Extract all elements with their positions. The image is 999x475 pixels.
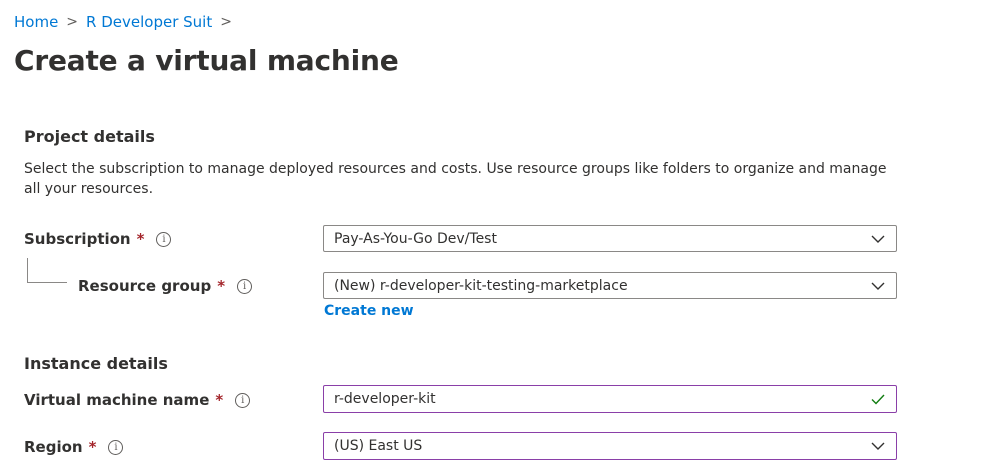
required-asterisk: * bbox=[88, 438, 97, 456]
required-asterisk: * bbox=[215, 391, 224, 409]
region-dropdown[interactable]: (US) East US bbox=[323, 432, 897, 460]
vm-name-input[interactable]: r-developer-kit bbox=[323, 385, 897, 413]
instance-details-heading: Instance details bbox=[24, 354, 168, 373]
required-asterisk: * bbox=[217, 277, 226, 295]
region-label: Region bbox=[24, 438, 83, 456]
vm-name-label: Virtual machine name bbox=[24, 391, 210, 409]
vm-name-label-row: Virtual machine name * i bbox=[24, 391, 251, 409]
chevron-down-icon bbox=[871, 282, 885, 290]
project-details-heading: Project details bbox=[24, 127, 155, 146]
resource-group-label-row: Resource group * i bbox=[78, 277, 253, 295]
project-details-description: Select the subscription to manage deploy… bbox=[24, 161, 887, 197]
breadcrumb-home-link[interactable]: Home bbox=[14, 13, 58, 31]
region-label-row: Region * i bbox=[24, 438, 124, 456]
subscription-value: Pay-As-You-Go Dev/Test bbox=[334, 230, 497, 247]
chevron-down-icon bbox=[871, 442, 885, 450]
resource-group-dropdown[interactable]: (New) r-developer-kit-testing-marketplac… bbox=[323, 272, 897, 299]
chevron-down-icon bbox=[871, 235, 885, 243]
resource-group-label: Resource group bbox=[78, 277, 212, 295]
subscription-label: Subscription bbox=[24, 230, 131, 248]
region-value: (US) East US bbox=[334, 438, 423, 454]
subscription-dropdown[interactable]: Pay-As-You-Go Dev/Test bbox=[323, 225, 897, 252]
breadcrumb-separator: > bbox=[220, 14, 232, 30]
vm-name-value: r-developer-kit bbox=[334, 391, 436, 407]
checkmark-icon bbox=[871, 394, 885, 405]
breadcrumb-separator: > bbox=[66, 14, 79, 30]
page-title: Create a virtual machine bbox=[14, 44, 399, 77]
breadcrumb: Home > R Developer Suit > bbox=[14, 13, 240, 31]
resource-group-value: (New) r-developer-kit-testing-marketplac… bbox=[334, 277, 628, 294]
create-new-resource-group-link[interactable]: Create new bbox=[324, 303, 414, 319]
info-icon[interactable]: i bbox=[235, 392, 251, 408]
tree-connector-vertical bbox=[27, 258, 28, 283]
info-icon[interactable]: i bbox=[156, 231, 172, 247]
required-asterisk: * bbox=[136, 230, 145, 248]
subscription-label-row: Subscription * i bbox=[24, 230, 172, 248]
breadcrumb-r-developer-suit-link[interactable]: R Developer Suit bbox=[86, 13, 212, 31]
tree-connector-horizontal bbox=[27, 282, 67, 283]
info-icon[interactable]: i bbox=[108, 439, 124, 455]
info-icon[interactable]: i bbox=[237, 278, 253, 294]
